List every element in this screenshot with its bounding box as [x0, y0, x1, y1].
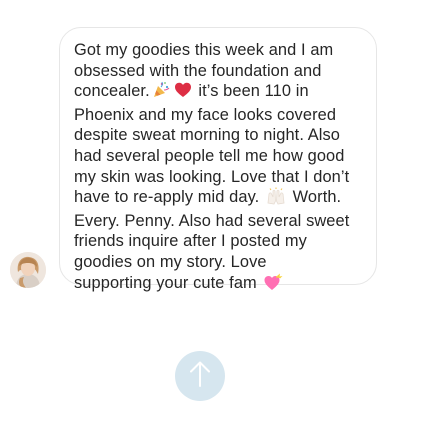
message-line: despite sweat morning to night. Also — [74, 126, 341, 145]
message-line: goodies on my story. Love — [74, 252, 267, 271]
red-heart-icon — [174, 81, 192, 105]
message-line: supporting your cute fam — [74, 273, 362, 297]
message-line: have to re-apply mid day. Worth. — [74, 187, 362, 211]
message-text: it’s been 110 in — [198, 82, 309, 101]
message-text: Worth. — [292, 188, 342, 207]
message-line: friends inquire after I posted my — [74, 232, 307, 251]
party-popper-icon — [152, 81, 170, 105]
message-line: my skin was looking. Love that I don’t — [74, 167, 350, 186]
message-line: concealer. it’s been 110 in — [74, 81, 362, 105]
message-line: Got my goodies this week and I am — [74, 41, 334, 59]
avatar[interactable] — [10, 252, 46, 288]
message-line: obsessed with the foundation and — [74, 61, 322, 80]
message-text: concealer. — [74, 82, 150, 101]
message-line: Phoenix and my face looks covered — [74, 105, 337, 124]
heart-with-ribbon-icon — [263, 273, 283, 297]
raising-hands-icon — [266, 187, 286, 211]
scroll-to-top-button[interactable] — [175, 351, 225, 401]
arrow-up-icon — [188, 360, 212, 393]
message-line: had several people tell me how good — [74, 146, 345, 165]
message-text: supporting your cute fam — [74, 273, 257, 292]
message-text: have to re-apply mid day. — [74, 188, 260, 207]
message-line: Every. Penny. Also had several sweet — [74, 211, 350, 230]
message-bubble: Got my goodies this week and I am obsess… — [59, 27, 377, 292]
